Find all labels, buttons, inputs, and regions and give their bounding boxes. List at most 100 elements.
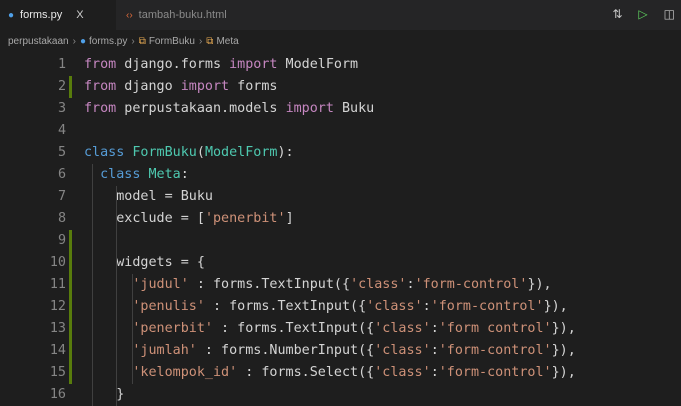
code-token: ModelForm bbox=[204, 145, 278, 160]
line-number: 11 bbox=[49, 277, 66, 292]
code-token: from bbox=[84, 101, 117, 116]
code-line[interactable]: 9 bbox=[0, 230, 681, 252]
code-token: 'form-control' bbox=[430, 299, 544, 314]
breadcrumb-folder[interactable]: perpustakaan bbox=[8, 36, 69, 47]
code-text: widgets = { bbox=[84, 252, 205, 274]
code-token: : forms.TextInput({ bbox=[213, 321, 375, 336]
code-editor[interactable]: 1 from django.forms import ModelForm 2 from… bbox=[0, 52, 681, 406]
modified-line-marker bbox=[69, 340, 72, 362]
code-token: django.forms bbox=[116, 57, 230, 72]
line-number: 14 bbox=[49, 343, 66, 358]
code-token: 'kelompok_id' bbox=[132, 365, 238, 380]
code-token: 'judul' bbox=[132, 277, 189, 292]
code-line[interactable]: 7 model = Buku bbox=[0, 186, 681, 208]
chevron-right-icon: › bbox=[198, 35, 203, 47]
code-token: : forms.NumberInput({ bbox=[196, 343, 375, 358]
code-text: from django.forms import ModelForm bbox=[84, 54, 358, 76]
code-text: class FormBuku(ModelForm): bbox=[84, 142, 294, 164]
code-text: from perpustakaan.models import Buku bbox=[84, 98, 374, 120]
code-line[interactable]: 16 } bbox=[0, 384, 681, 406]
modified-line-marker bbox=[69, 76, 72, 98]
code-line[interactable]: 2 from django import forms bbox=[0, 76, 681, 98]
code-token: : bbox=[430, 321, 439, 336]
code-text: 'jumlah' : forms.NumberInput({'class':'f… bbox=[84, 340, 576, 362]
code-token: 'class' bbox=[350, 277, 407, 292]
tab-label: tambah-buku.html bbox=[138, 9, 227, 21]
code-line[interactable]: 4 bbox=[0, 120, 681, 142]
title-bar: ● forms.py X ‹› tambah-buku.html ⇅ ▷ ◫ bbox=[0, 0, 681, 30]
code-text: class Meta: bbox=[84, 164, 189, 186]
code-token: from bbox=[84, 57, 117, 72]
line-number: 12 bbox=[49, 299, 66, 314]
code-token: : bbox=[406, 277, 415, 292]
code-token: 'form control' bbox=[438, 321, 552, 336]
code-line[interactable]: 12 'penulis' : forms.TextInput({'class':… bbox=[0, 296, 681, 318]
split-editor-icon[interactable]: ◫ bbox=[664, 7, 675, 21]
code-text: } bbox=[84, 384, 124, 406]
line-number: 4 bbox=[57, 123, 66, 138]
code-token: 'penulis' bbox=[132, 299, 205, 314]
code-line[interactable]: 1 from django.forms import ModelForm bbox=[0, 54, 681, 76]
code-token: } bbox=[84, 387, 125, 402]
code-token: 'form-control' bbox=[414, 277, 528, 292]
tab-tambah-buku-html[interactable]: ‹› tambah-buku.html bbox=[118, 0, 268, 30]
code-text: model = Buku bbox=[84, 186, 213, 208]
code-line[interactable]: 3 from perpustakaan.models import Buku bbox=[0, 98, 681, 120]
line-number: 10 bbox=[49, 255, 66, 270]
modified-line-marker bbox=[69, 318, 72, 340]
source-control-icon[interactable]: ⇅ bbox=[612, 7, 622, 21]
code-text: 'penerbit' : forms.TextInput({'class':'f… bbox=[84, 318, 575, 340]
code-token: ): bbox=[277, 145, 294, 160]
line-number: 1 bbox=[57, 57, 66, 72]
line-number: 2 bbox=[57, 79, 66, 94]
code-token: : bbox=[422, 299, 431, 314]
line-number: 7 bbox=[57, 189, 66, 204]
run-icon[interactable]: ▷ bbox=[638, 7, 647, 21]
code-line[interactable]: 8 exclude = ['penerbit'] bbox=[0, 208, 681, 230]
indent-guide bbox=[132, 274, 133, 384]
close-icon[interactable]: X bbox=[76, 9, 83, 21]
modified-line-marker bbox=[69, 252, 72, 274]
class-symbol-icon: ⧉ bbox=[138, 35, 146, 47]
chevron-right-icon: › bbox=[72, 35, 76, 47]
code-text: from django import forms bbox=[84, 76, 278, 98]
code-token: }), bbox=[527, 277, 552, 292]
code-token: 'form-control' bbox=[438, 365, 552, 380]
modified-line-marker bbox=[69, 230, 72, 252]
code-token: }), bbox=[551, 343, 576, 358]
code-text: 'judul' : forms.TextInput({'class':'form… bbox=[84, 274, 552, 296]
code-token: 'penerbit' bbox=[132, 321, 213, 336]
code-token: ( bbox=[196, 145, 205, 160]
tab-forms-py[interactable]: ● forms.py X bbox=[0, 0, 116, 30]
code-line[interactable]: 14 'jumlah' : forms.NumberInput({'class'… bbox=[0, 340, 681, 362]
indent-guide bbox=[92, 164, 93, 406]
modified-line-marker bbox=[69, 274, 72, 296]
code-token: FormBuku bbox=[132, 145, 197, 160]
code-token: forms bbox=[229, 79, 278, 94]
code-token: : bbox=[430, 365, 439, 380]
code-line[interactable]: 11 'judul' : forms.TextInput({'class':'f… bbox=[0, 274, 681, 296]
code-token: : forms.Select({ bbox=[237, 365, 375, 380]
code-line[interactable]: 10 widgets = { bbox=[0, 252, 681, 274]
line-number: 15 bbox=[49, 365, 66, 380]
code-token: 'class' bbox=[374, 343, 431, 358]
code-line[interactable]: 15 'kelompok_id' : forms.Select({'class'… bbox=[0, 362, 681, 384]
code-token: 'penerbit' bbox=[204, 211, 286, 226]
code-token: : bbox=[180, 167, 189, 182]
breadcrumb-class[interactable]: FormBuku bbox=[149, 36, 195, 47]
code-line[interactable]: 6 class Meta: bbox=[0, 164, 681, 186]
code-line[interactable]: 5 class FormBuku(ModelForm): bbox=[0, 142, 681, 164]
breadcrumb-file[interactable]: forms.py bbox=[89, 36, 127, 47]
editor-actions: ⇅ ▷ ◫ bbox=[612, 7, 675, 21]
code-token: django bbox=[116, 79, 181, 94]
line-number: 3 bbox=[57, 101, 66, 116]
code-token: ModelForm bbox=[277, 57, 359, 72]
breadcrumb-inner-class[interactable]: Meta bbox=[216, 36, 238, 47]
code-token: class bbox=[100, 167, 141, 182]
python-icon: ● bbox=[8, 9, 15, 21]
code-line[interactable]: 13 'penerbit' : forms.TextInput({'class'… bbox=[0, 318, 681, 340]
breadcrumb: perpustakaan › ● forms.py › ⧉ FormBuku ›… bbox=[0, 30, 681, 52]
tab-label: forms.py bbox=[20, 9, 63, 21]
code-token: perpustakaan.models bbox=[116, 101, 286, 116]
